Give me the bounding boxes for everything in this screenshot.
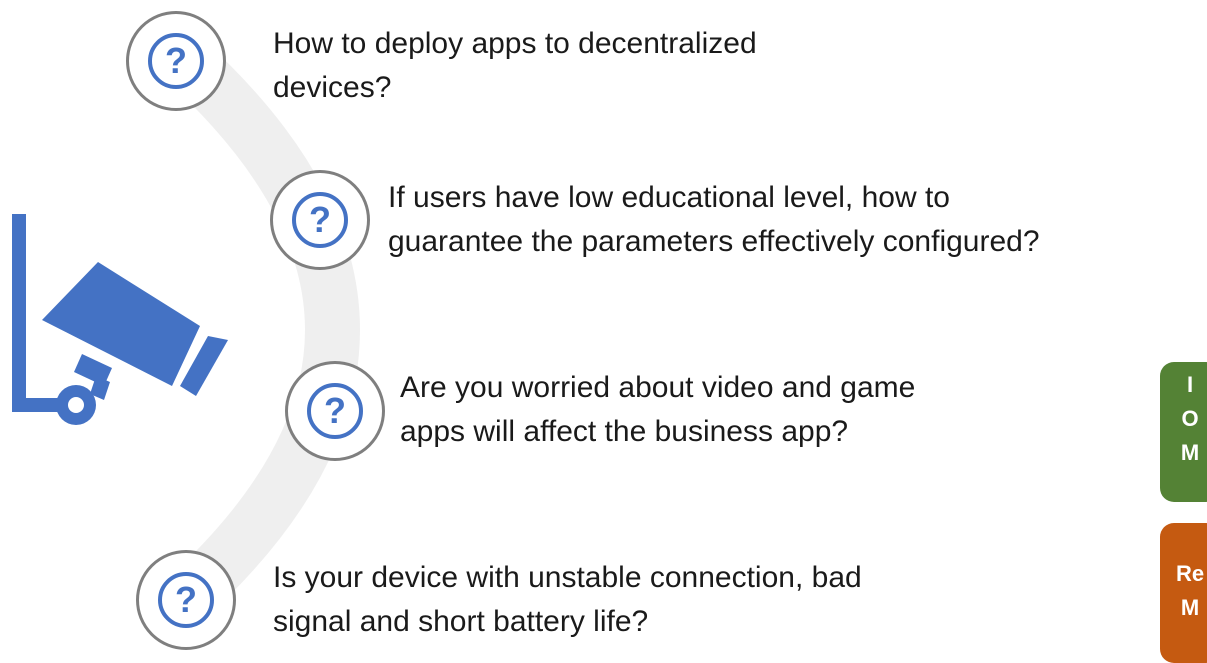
tile-text-line: O <box>1181 406 1199 431</box>
question-text: If users have low educational level, how… <box>388 176 1040 264</box>
question-circle: ? <box>136 550 236 650</box>
question-text-line: Are you worried about video and game <box>400 371 916 404</box>
question-circle: ? <box>126 11 226 111</box>
question-text-line: Is your device with unstable connection,… <box>273 561 862 594</box>
question-text-line: If users have low educational level, how… <box>388 181 950 214</box>
question-text-line: signal and short battery life? <box>273 605 649 638</box>
security-camera-icon <box>12 214 228 425</box>
question-text-line: devices? <box>273 71 392 104</box>
side-tile-green: I O M <box>1160 362 1207 502</box>
question-text: How to deploy apps to decentralized devi… <box>273 22 757 110</box>
question-icon: ? <box>307 383 363 439</box>
question-circle: ? <box>270 170 370 270</box>
question-text-line: How to deploy apps to decentralized <box>273 27 757 60</box>
question-text-line: guarantee the parameters effectively con… <box>388 225 1040 258</box>
tile-text-line: I <box>1186 372 1194 397</box>
tile-text-line: M <box>1180 440 1200 465</box>
question-icon: ? <box>158 572 214 628</box>
question-circle: ? <box>285 361 385 461</box>
question-icon: ? <box>148 33 204 89</box>
question-text-line: apps will affect the business app? <box>400 415 849 448</box>
question-icon: ? <box>292 192 348 248</box>
tile-text-line: M <box>1180 595 1200 620</box>
side-tile-orange: Re M <box>1160 523 1207 663</box>
question-text: Are you worried about video and game app… <box>400 366 915 454</box>
question-text: Is your device with unstable connection,… <box>273 556 862 644</box>
tile-text-line: Re <box>1175 561 1205 586</box>
